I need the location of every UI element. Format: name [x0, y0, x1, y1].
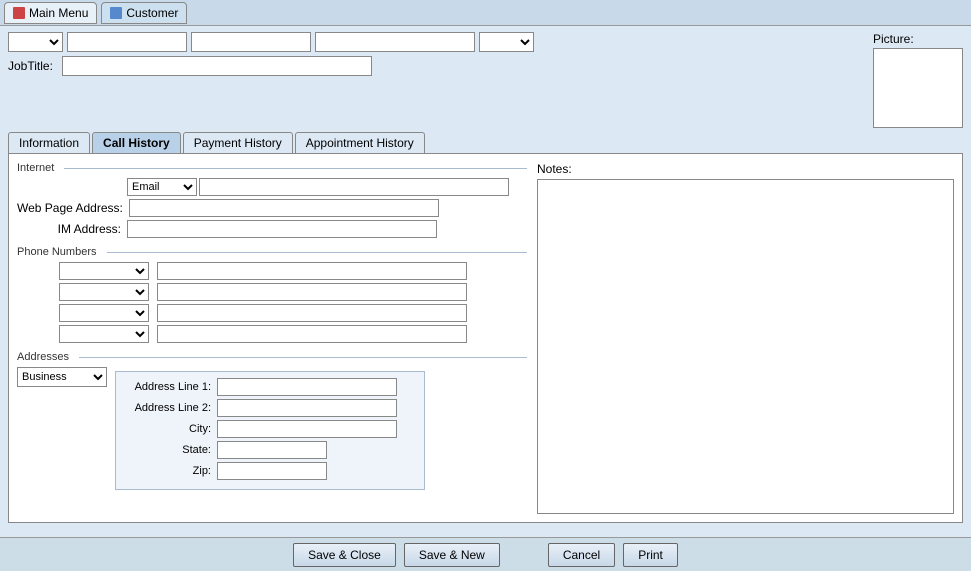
phone-type-3[interactable]: [59, 304, 149, 322]
phone-input-4[interactable]: [157, 325, 467, 343]
phone-input-2[interactable]: [157, 283, 467, 301]
customer-tab[interactable]: Customer: [101, 2, 187, 24]
internet-section: Internet Email Web Page Address: IM Ad: [17, 162, 527, 238]
phone-row-2: [17, 283, 527, 301]
picture-label: Picture:: [873, 32, 914, 46]
main-menu-tab[interactable]: Main Menu: [4, 2, 97, 24]
addr-city-label: City:: [122, 423, 217, 435]
im-label: IM Address:: [17, 222, 127, 236]
customer-tab-label: Customer: [126, 6, 178, 20]
top-field2[interactable]: [191, 32, 311, 52]
phone-input-3[interactable]: [157, 304, 467, 322]
phone-input-1[interactable]: [157, 262, 467, 280]
addr-city-row: City:: [122, 420, 418, 438]
webpage-row: Web Page Address:: [17, 199, 527, 217]
right-panel: Notes:: [537, 162, 954, 514]
tab-content: Internet Email Web Page Address: IM Ad: [8, 153, 963, 523]
left-panel: Internet Email Web Page Address: IM Ad: [17, 162, 527, 514]
picture-section: Picture:: [873, 32, 963, 128]
tab-information[interactable]: Information: [8, 132, 90, 153]
addr-zip-row: Zip:: [122, 462, 418, 480]
save-new-button[interactable]: Save & New: [404, 543, 500, 567]
phone-type-2[interactable]: [59, 283, 149, 301]
top-field1[interactable]: [67, 32, 187, 52]
addr-line2-row: Address Line 2:: [122, 399, 418, 417]
phone-type-4[interactable]: [59, 325, 149, 343]
addr-line1-label: Address Line 1:: [122, 381, 217, 393]
jobtitle-row: JobTitle:: [8, 56, 853, 76]
cancel-button[interactable]: Cancel: [548, 543, 615, 567]
address-type-select[interactable]: Business: [17, 367, 107, 387]
addr-state-label: State:: [122, 444, 217, 456]
addr-zip-label: Zip:: [122, 465, 217, 477]
notes-label: Notes:: [537, 162, 954, 176]
main-menu-icon: [13, 7, 25, 19]
jobtitle-input[interactable]: [62, 56, 372, 76]
tab-call-history[interactable]: Call History: [92, 132, 181, 153]
top-dropdown2[interactable]: [479, 32, 534, 52]
addr-line2-label: Address Line 2:: [122, 402, 217, 414]
main-area: JobTitle: Picture: Information Call Hist…: [0, 26, 971, 537]
addr-city-input[interactable]: [217, 420, 397, 438]
addr-zip-input[interactable]: [217, 462, 327, 480]
top-row: [8, 32, 853, 52]
save-close-button[interactable]: Save & Close: [293, 543, 396, 567]
addr-line2-input[interactable]: [217, 399, 397, 417]
phone-row-4: [17, 325, 527, 343]
phone-type-1[interactable]: [59, 262, 149, 280]
internet-section-title: Internet: [17, 162, 527, 174]
phone-section: Phone Numbers: [17, 246, 527, 343]
addr-line1-row: Address Line 1:: [122, 378, 418, 396]
webpage-input[interactable]: [129, 199, 439, 217]
phone-row-3: [17, 304, 527, 322]
im-row: IM Address:: [17, 220, 527, 238]
email-row: Email: [17, 178, 527, 196]
picture-box: [873, 48, 963, 128]
customer-tab-icon: [110, 7, 122, 19]
tabs-row: Information Call History Payment History…: [8, 132, 963, 153]
address-section-title: Addresses: [17, 351, 527, 363]
top-section: JobTitle: Picture:: [8, 32, 963, 128]
email-input[interactable]: [199, 178, 509, 196]
email-type-select[interactable]: Email: [127, 178, 197, 196]
tab-payment-history[interactable]: Payment History: [183, 132, 293, 153]
print-button[interactable]: Print: [623, 543, 678, 567]
jobtitle-label: JobTitle:: [8, 59, 58, 73]
address-box: Address Line 1: Address Line 2: City:: [115, 371, 425, 490]
top-field3[interactable]: [315, 32, 475, 52]
phone-row-1: [17, 262, 527, 280]
notes-textarea[interactable]: [537, 179, 954, 514]
address-section: Addresses Business Address Line 1: Addre…: [17, 351, 527, 490]
addr-state-row: State:: [122, 441, 418, 459]
title-bar: Main Menu Customer: [0, 0, 971, 26]
bottom-bar: Save & Close Save & New Cancel Print: [0, 537, 971, 571]
top-dropdown1[interactable]: [8, 32, 63, 52]
im-input[interactable]: [127, 220, 437, 238]
main-menu-label: Main Menu: [29, 6, 88, 20]
phone-section-title: Phone Numbers: [17, 246, 527, 258]
addr-line1-input[interactable]: [217, 378, 397, 396]
webpage-label: Web Page Address:: [17, 201, 129, 215]
addr-state-input[interactable]: [217, 441, 327, 459]
tab-appointment-history[interactable]: Appointment History: [295, 132, 425, 153]
top-fields: JobTitle:: [8, 32, 853, 76]
